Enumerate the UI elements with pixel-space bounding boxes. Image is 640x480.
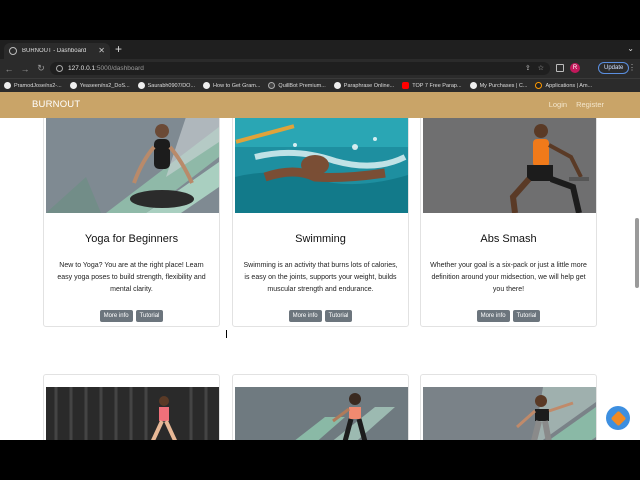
bookmark-label: QuillBot Premium...	[278, 82, 326, 89]
fitness-image	[423, 387, 596, 440]
more-info-button[interactable]: More info	[288, 310, 322, 322]
bookmark-label: TOP 7 Free Parap...	[412, 82, 462, 89]
tab-strip: BURNOUT - Dashboard ✕ + ⌄	[0, 40, 640, 59]
globe-icon	[333, 82, 341, 89]
abs-image	[423, 118, 596, 213]
card-description: Swimming is an activity that burns lots …	[243, 262, 398, 293]
sidepanel-icon[interactable]	[556, 64, 564, 72]
card-fitness	[420, 374, 597, 440]
bookmark-item[interactable]: My Purchases | C...	[469, 82, 528, 89]
swimming-image	[235, 118, 408, 213]
bookmark-item[interactable]: Yeaseen/ns2_DoS...	[69, 82, 130, 89]
tutorial-button[interactable]: Tutorial	[324, 310, 353, 322]
bookmark-label: Yeaseen/ns2_DoS...	[79, 82, 130, 89]
card-walking	[43, 374, 220, 440]
bookmark-item[interactable]: PramodJose/ns2-...	[4, 82, 62, 89]
card-yoga: Yoga for Beginners New to Yoga? You are …	[43, 118, 220, 327]
yoga-image	[46, 118, 219, 213]
bookmark-item[interactable]: Paraphrase Online...	[333, 82, 395, 89]
info-icon[interactable]	[56, 65, 63, 72]
more-info-button[interactable]: More info	[476, 310, 510, 322]
doc-icon	[268, 82, 276, 89]
card-description: New to Yoga? You are at the right place!…	[57, 262, 206, 293]
brand-logo[interactable]: BURNOUT	[32, 99, 80, 110]
new-tab-icon[interactable]: +	[115, 42, 122, 56]
bookmark-item[interactable]: QuillBot Premium...	[268, 82, 326, 89]
card-abs-smash: Abs Smash Whether your goal is a six-pac…	[420, 118, 597, 327]
github-icon	[137, 82, 145, 89]
card-dance	[232, 374, 409, 440]
help-widget-button[interactable]	[606, 406, 630, 430]
bookmark-item[interactable]: Saurabh0907/DO...	[137, 82, 196, 89]
github-icon	[69, 82, 77, 89]
amazon-icon	[535, 82, 543, 89]
bookmark-label: PramodJose/ns2-...	[14, 82, 62, 89]
more-info-button[interactable]: More info	[99, 310, 133, 322]
update-button[interactable]: Update	[598, 62, 630, 74]
browser-tab[interactable]: BURNOUT - Dashboard ✕	[4, 43, 110, 59]
bookmark-label: Paraphrase Online...	[343, 82, 395, 89]
forward-icon[interactable]: →	[18, 64, 32, 74]
reload-icon[interactable]: ↻	[34, 63, 48, 74]
cube-icon	[610, 410, 626, 426]
dance-image	[235, 387, 408, 440]
bookmark-label: Saurabh0907/DO...	[147, 82, 196, 89]
profile-avatar[interactable]: R	[570, 63, 580, 73]
card-description: Whether your goal is a six-pack or just …	[430, 262, 587, 293]
youtube-icon	[402, 82, 410, 89]
address-bar[interactable]: 127.0.0.1 :5000/dashboard ⇪ ☆	[50, 62, 550, 75]
github-icon	[4, 82, 11, 89]
walking-image	[46, 387, 219, 440]
back-icon[interactable]: ←	[2, 64, 16, 74]
page-scrollbar[interactable]	[635, 218, 639, 288]
card-title: Abs Smash	[480, 233, 537, 245]
share-icon[interactable]: ⇪	[525, 64, 531, 72]
star-icon[interactable]: ☆	[538, 64, 544, 72]
bookmark-item[interactable]: How to Get Gram...	[203, 82, 260, 89]
globe-icon	[9, 47, 17, 55]
browser-window: BURNOUT - Dashboard ✕ + ⌄ ← → ↻ 127.0.0.…	[0, 40, 640, 440]
bookmark-label: Applications | Am...	[545, 82, 593, 89]
bookmarks-bar: PramodJose/ns2-... Yeaseen/ns2_DoS... Sa…	[0, 78, 640, 92]
browser-toolbar: ← → ↻ 127.0.0.1 :5000/dashboard ⇪ ☆ R Up…	[0, 59, 640, 78]
bookmark-item[interactable]: Applications | Am...	[535, 82, 592, 89]
mouse-cursor	[226, 330, 229, 338]
bookmark-label: How to Get Gram...	[213, 82, 261, 89]
globe-icon	[469, 82, 477, 89]
url-host: 127.0.0.1	[68, 65, 96, 72]
register-link[interactable]: Register	[576, 100, 604, 109]
close-icon[interactable]: ✕	[98, 47, 105, 55]
url-path: :5000/dashboard	[95, 65, 144, 72]
bookmark-item[interactable]: TOP 7 Free Parap...	[402, 82, 462, 89]
tab-search-icon[interactable]: ⌄	[627, 44, 634, 53]
card-title: Swimming	[295, 233, 346, 245]
tutorial-button[interactable]: Tutorial	[512, 310, 541, 322]
login-link[interactable]: Login	[549, 100, 567, 109]
globe-icon	[203, 82, 211, 89]
app-navbar: BURNOUT Login Register	[0, 92, 640, 118]
menu-icon[interactable]: ⋮	[628, 63, 636, 72]
tab-title: BURNOUT - Dashboard	[22, 48, 87, 54]
tutorial-button[interactable]: Tutorial	[135, 310, 164, 322]
card-title: Yoga for Beginners	[84, 233, 179, 245]
bookmark-label: My Purchases | C...	[479, 82, 528, 89]
dashboard-content: Yoga for Beginners New to Yoga? You are …	[0, 118, 640, 440]
card-swimming: Swimming Swimming is an activity that bu…	[232, 118, 409, 327]
